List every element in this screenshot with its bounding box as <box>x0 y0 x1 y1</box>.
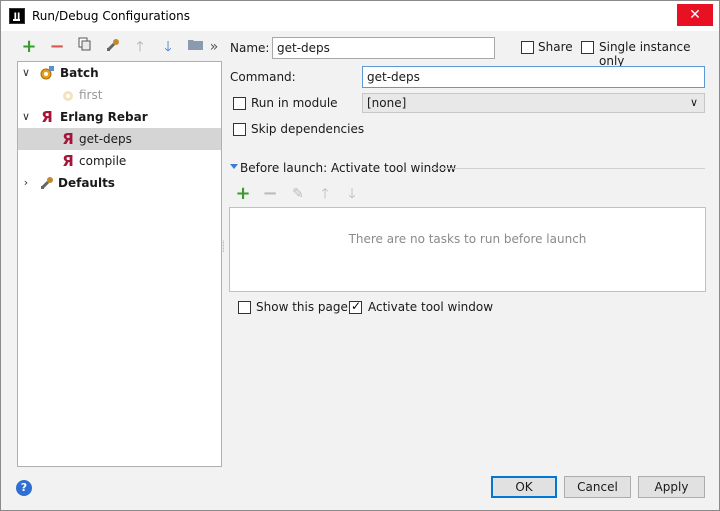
add-task-icon[interactable]: + <box>233 184 253 204</box>
move-task-down-icon[interactable]: 🡓 <box>342 184 362 204</box>
collapse-arrow-icon[interactable]: › <box>20 172 32 194</box>
chevron-down-icon: ∨ <box>689 96 698 109</box>
module-select-value: [none] <box>367 96 407 110</box>
move-task-up-icon[interactable]: 🡑 <box>315 184 335 204</box>
help-icon[interactable]: ? <box>16 480 32 496</box>
edit-task-icon[interactable]: ✎ <box>288 184 308 204</box>
config-toolbar: + − 🡑 🡓 » <box>17 37 221 59</box>
ok-button[interactable]: OK <box>491 476 557 498</box>
single-instance-checkbox[interactable] <box>581 41 594 54</box>
skip-dependencies-checkbox[interactable] <box>233 123 246 136</box>
activate-tool-window-checkbox[interactable] <box>349 299 362 314</box>
tree-item-label: Defaults <box>58 176 115 190</box>
share-checkbox[interactable] <box>521 41 534 54</box>
tree-item-label: first <box>79 88 103 102</box>
rebar-icon: Я <box>62 152 74 170</box>
name-input[interactable]: get-deps <box>272 37 495 59</box>
tree-item-label: get-deps <box>79 132 132 146</box>
add-icon[interactable]: + <box>19 37 39 57</box>
expand-arrow-icon[interactable]: ∨ <box>20 62 32 84</box>
tree-item-label: Erlang Rebar <box>60 110 148 124</box>
batch-config-icon <box>60 87 76 103</box>
window-title: Run/Debug Configurations <box>32 9 190 23</box>
folder-icon[interactable] <box>185 37 205 57</box>
skip-dependencies-label: Skip dependencies <box>251 122 365 136</box>
rebar-icon: Я <box>62 130 74 148</box>
wrench-icon[interactable] <box>103 37 123 57</box>
wrench-icon <box>39 175 55 191</box>
move-up-icon[interactable]: 🡑 <box>130 37 150 57</box>
single-instance-label: Single instance only <box>599 40 691 68</box>
config-tree: ∨ Batch first ∨ Я Erlang Rebar Я get-dep… <box>17 61 222 467</box>
tree-item-batch[interactable]: ∨ Batch <box>18 62 221 84</box>
tree-item-compile[interactable]: Я compile <box>18 150 221 172</box>
remove-icon[interactable]: − <box>47 37 67 57</box>
rebar-icon: Я <box>41 108 53 126</box>
title-bar: IJ Run/Debug Configurations ✕ <box>1 1 719 31</box>
empty-tasks-text: There are no tasks to run before launch <box>348 232 587 246</box>
show-page-label: Show this page <box>256 300 348 314</box>
run-debug-dialog: IJ Run/Debug Configurations ✕ + − 🡑 🡓 » … <box>0 0 720 511</box>
intellij-icon: IJ <box>9 8 25 24</box>
remove-task-icon[interactable]: − <box>260 184 280 204</box>
tree-item-get-deps[interactable]: Я get-deps <box>18 128 221 150</box>
more-icon[interactable]: » <box>207 37 221 57</box>
run-in-module-label: Run in module <box>251 96 338 110</box>
tree-item-label: Batch <box>60 66 99 80</box>
section-divider <box>431 168 705 169</box>
share-label: Share <box>538 40 573 54</box>
close-button[interactable]: ✕ <box>677 4 713 26</box>
panel-splitter[interactable]: ⁞ ⁞ <box>222 240 225 259</box>
collapse-triangle-icon[interactable] <box>230 164 238 169</box>
expand-arrow-icon[interactable]: ∨ <box>20 106 32 128</box>
cancel-button[interactable]: Cancel <box>564 476 631 498</box>
copy-icon[interactable] <box>75 37 95 57</box>
batch-icon <box>39 65 55 81</box>
before-launch-task-list[interactable]: There are no tasks to run before launch <box>229 207 706 292</box>
run-in-module-checkbox[interactable] <box>233 97 246 110</box>
command-label: Command: <box>230 70 296 84</box>
tree-item-defaults[interactable]: › Defaults <box>18 172 221 194</box>
name-label: Name: <box>230 41 270 55</box>
tree-item-first[interactable]: first <box>18 84 221 106</box>
tree-item-label: compile <box>79 154 127 168</box>
activate-tool-window-label: Activate tool window <box>368 300 494 314</box>
move-down-icon[interactable]: 🡓 <box>158 37 178 57</box>
tree-item-erlang-rebar[interactable]: ∨ Я Erlang Rebar <box>18 106 221 128</box>
module-select[interactable]: [none] ∨ <box>362 93 705 113</box>
before-launch-header[interactable]: Before launch: Activate tool window <box>240 161 456 175</box>
apply-button[interactable]: Apply <box>638 476 705 498</box>
command-input[interactable]: get-deps <box>362 66 705 88</box>
show-page-checkbox[interactable] <box>238 301 251 314</box>
